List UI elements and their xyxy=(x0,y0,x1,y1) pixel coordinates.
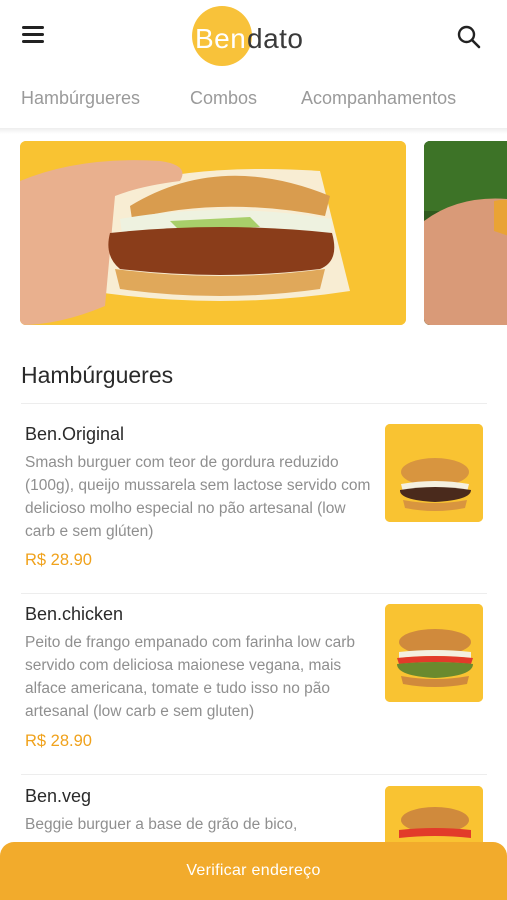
header: Ben dato xyxy=(0,0,507,72)
section-divider xyxy=(21,403,487,404)
product-divider xyxy=(21,774,487,775)
product-divider xyxy=(21,593,487,594)
product-price: R$ 28.90 xyxy=(25,732,92,750)
product-description: Beggie burguer a base de grão de bico, xyxy=(25,816,298,833)
product-name: Ben.Original xyxy=(25,424,125,444)
product-description: Smash burguer com teor de gordura reduzi… xyxy=(25,454,371,540)
logo-text-ben: Ben xyxy=(195,23,247,54)
logo: Ben dato xyxy=(192,6,332,66)
tab-acompanhamentos[interactable]: Acompanhamentos xyxy=(301,88,456,109)
product-item-ben-chicken[interactable]: Ben.chicken Peito de frango empanado com… xyxy=(0,604,507,764)
category-tabs: Hambúrgueres Combos Acompanhamentos xyxy=(0,88,507,128)
section-title: Hambúrgueres xyxy=(21,362,174,388)
app-screen: Ben dato Hambúrgueres Combos Acompanhame… xyxy=(0,0,507,900)
tab-combos[interactable]: Combos xyxy=(190,88,257,109)
product-image xyxy=(385,424,483,522)
hamburger-menu-icon[interactable] xyxy=(22,26,48,46)
promo-banner-secondary[interactable] xyxy=(424,141,507,325)
product-item-ben-original[interactable]: Ben.Original Smash burguer com teor de g… xyxy=(0,424,507,584)
product-price: R$ 28.90 xyxy=(25,551,92,569)
logo-text-dato: dato xyxy=(247,23,304,54)
tabs-divider xyxy=(0,128,507,134)
promo-banner-burger[interactable] xyxy=(20,141,406,325)
verify-address-label: Verificar endereço xyxy=(186,862,321,879)
search-icon[interactable] xyxy=(456,24,482,50)
product-description: Peito de frango empanado com farinha low… xyxy=(25,634,356,720)
product-item-ben-veg[interactable]: Ben.veg Beggie burguer a base de grão de… xyxy=(0,786,507,884)
verify-address-button[interactable]: Verificar endereço xyxy=(0,842,507,900)
product-image xyxy=(385,604,483,702)
tab-hamburgueres[interactable]: Hambúrgueres xyxy=(21,88,140,109)
product-name: Ben.veg xyxy=(25,786,92,806)
product-name: Ben.chicken xyxy=(25,604,124,624)
